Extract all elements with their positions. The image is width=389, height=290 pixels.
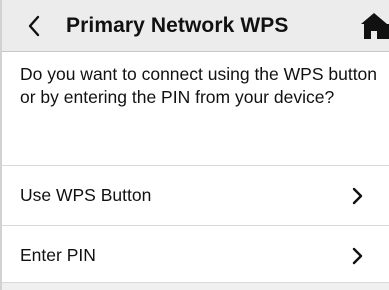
chevron-right-icon	[352, 247, 363, 265]
bottom-strip	[2, 283, 389, 290]
wps-screen: Primary Network WPS Do you want to conne…	[0, 0, 389, 290]
prompt-text: Do you want to connect using the WPS but…	[20, 64, 378, 107]
header-bar: Primary Network WPS	[2, 0, 389, 52]
enter-pin-option[interactable]: Enter PIN	[2, 230, 389, 283]
chevron-right-icon	[352, 187, 363, 205]
back-button[interactable]	[22, 12, 46, 40]
option-label: Use WPS Button	[20, 185, 152, 205]
chevron-left-icon	[28, 15, 40, 37]
page-title: Primary Network WPS	[66, 14, 289, 37]
option-label: Enter PIN	[20, 245, 96, 265]
divider	[2, 165, 389, 166]
use-wps-button-option[interactable]: Use WPS Button	[2, 170, 389, 223]
home-icon	[361, 13, 389, 39]
home-button[interactable]	[361, 13, 389, 39]
divider	[2, 225, 389, 226]
